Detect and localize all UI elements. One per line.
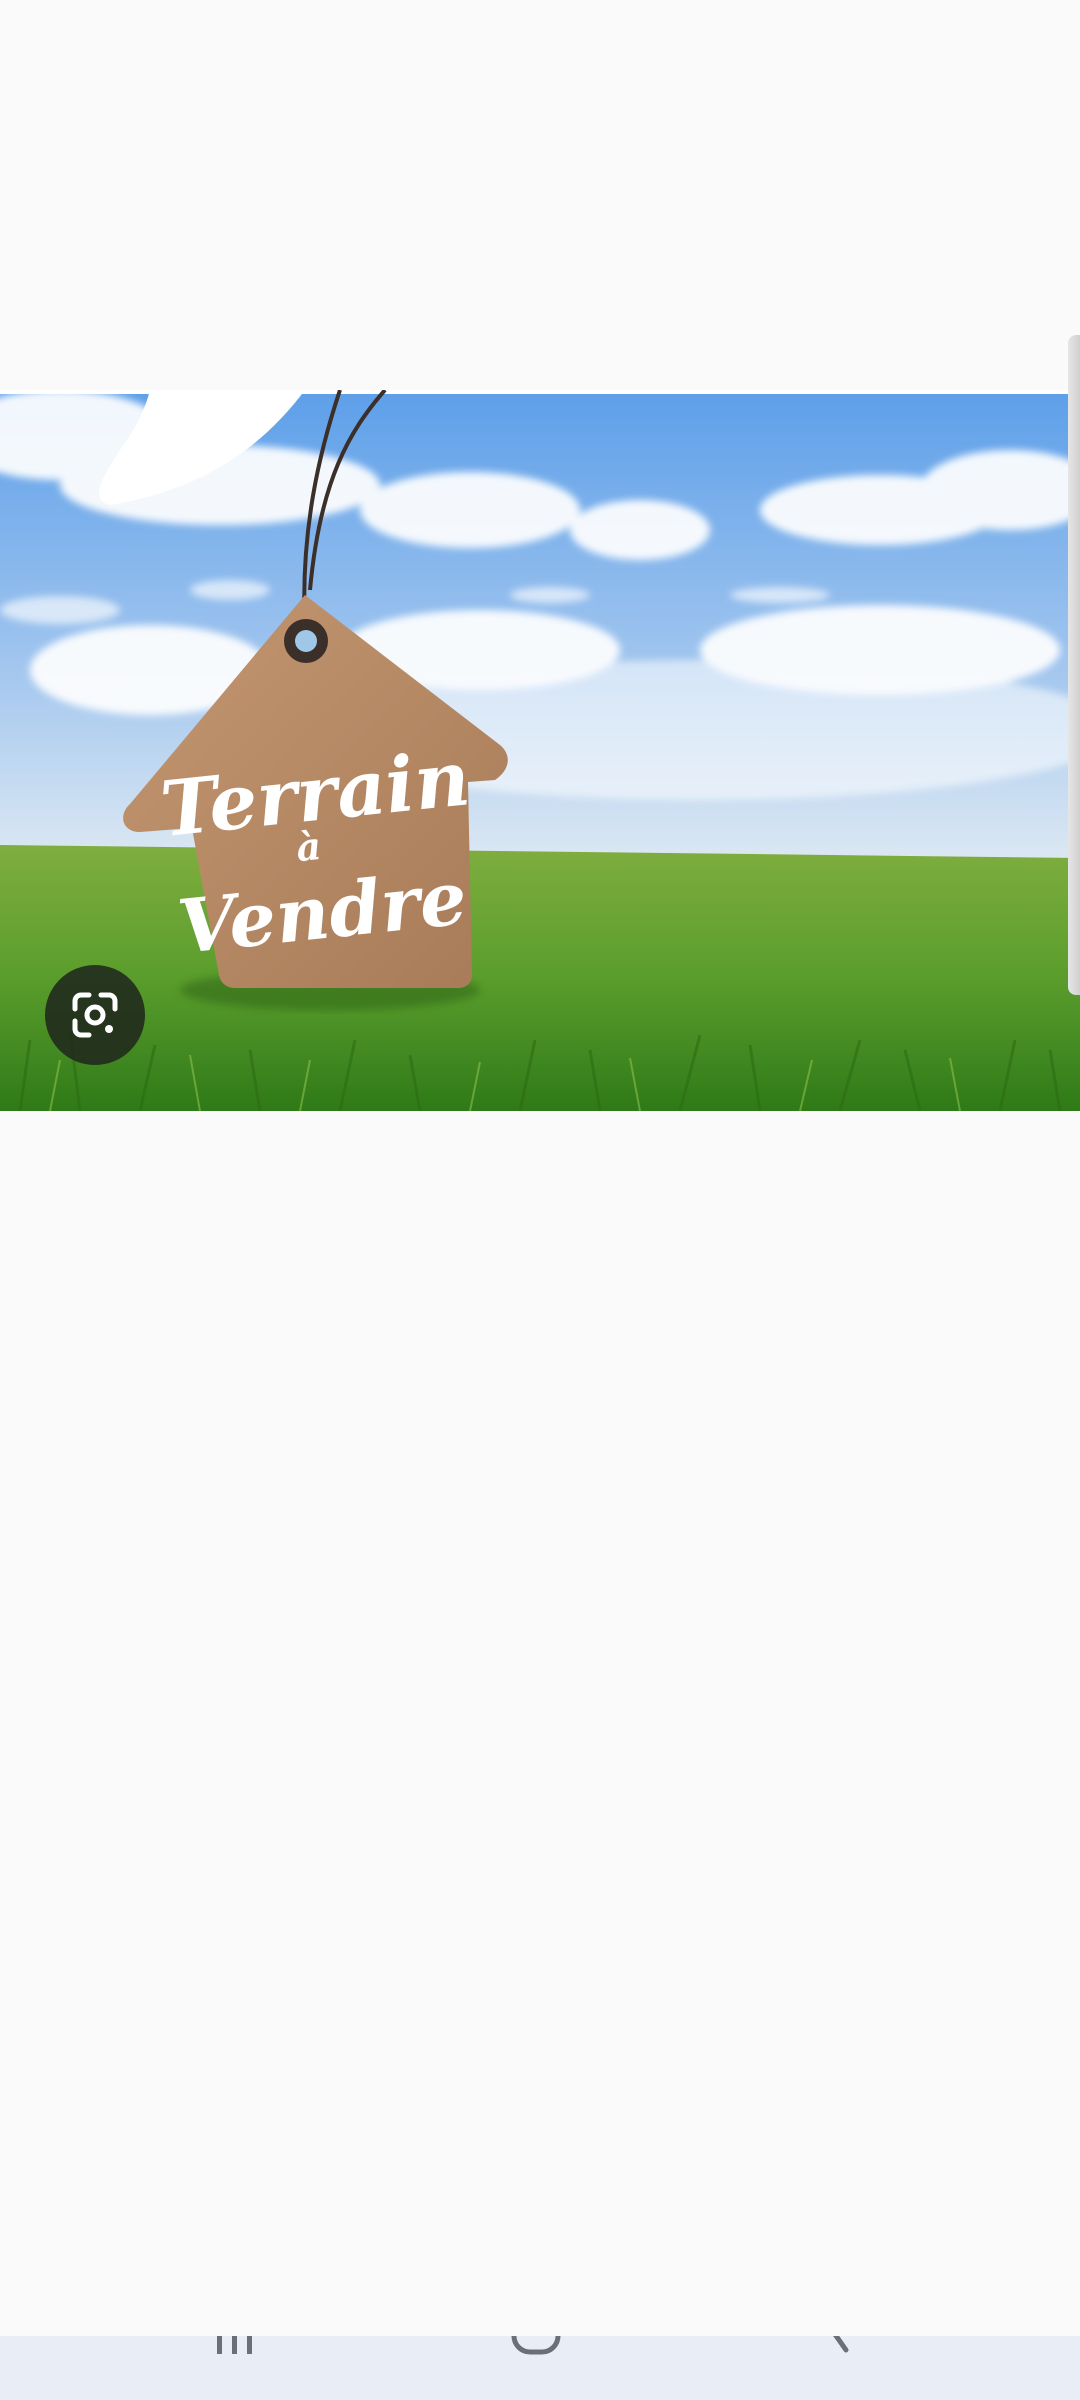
tag-text-a: à bbox=[294, 823, 323, 870]
grass-field bbox=[0, 845, 1080, 1111]
home-icon bbox=[511, 2336, 561, 2355]
home-button[interactable] bbox=[476, 2336, 596, 2400]
back-icon bbox=[833, 2336, 849, 2353]
image-viewer-screen: Terrain à Vendre bbox=[0, 0, 1080, 2400]
recents-button[interactable] bbox=[175, 2336, 295, 2400]
google-lens-button[interactable] bbox=[45, 965, 145, 1065]
photo-illustration: Terrain à Vendre bbox=[0, 390, 1080, 1111]
recents-icon bbox=[217, 2336, 252, 2354]
system-navigation-bar bbox=[0, 2336, 1080, 2400]
google-lens-icon bbox=[72, 992, 118, 1038]
land-for-sale-image[interactable]: Terrain à Vendre bbox=[0, 390, 1080, 1111]
next-image-edge[interactable] bbox=[1068, 335, 1080, 995]
back-button[interactable] bbox=[780, 2336, 900, 2400]
